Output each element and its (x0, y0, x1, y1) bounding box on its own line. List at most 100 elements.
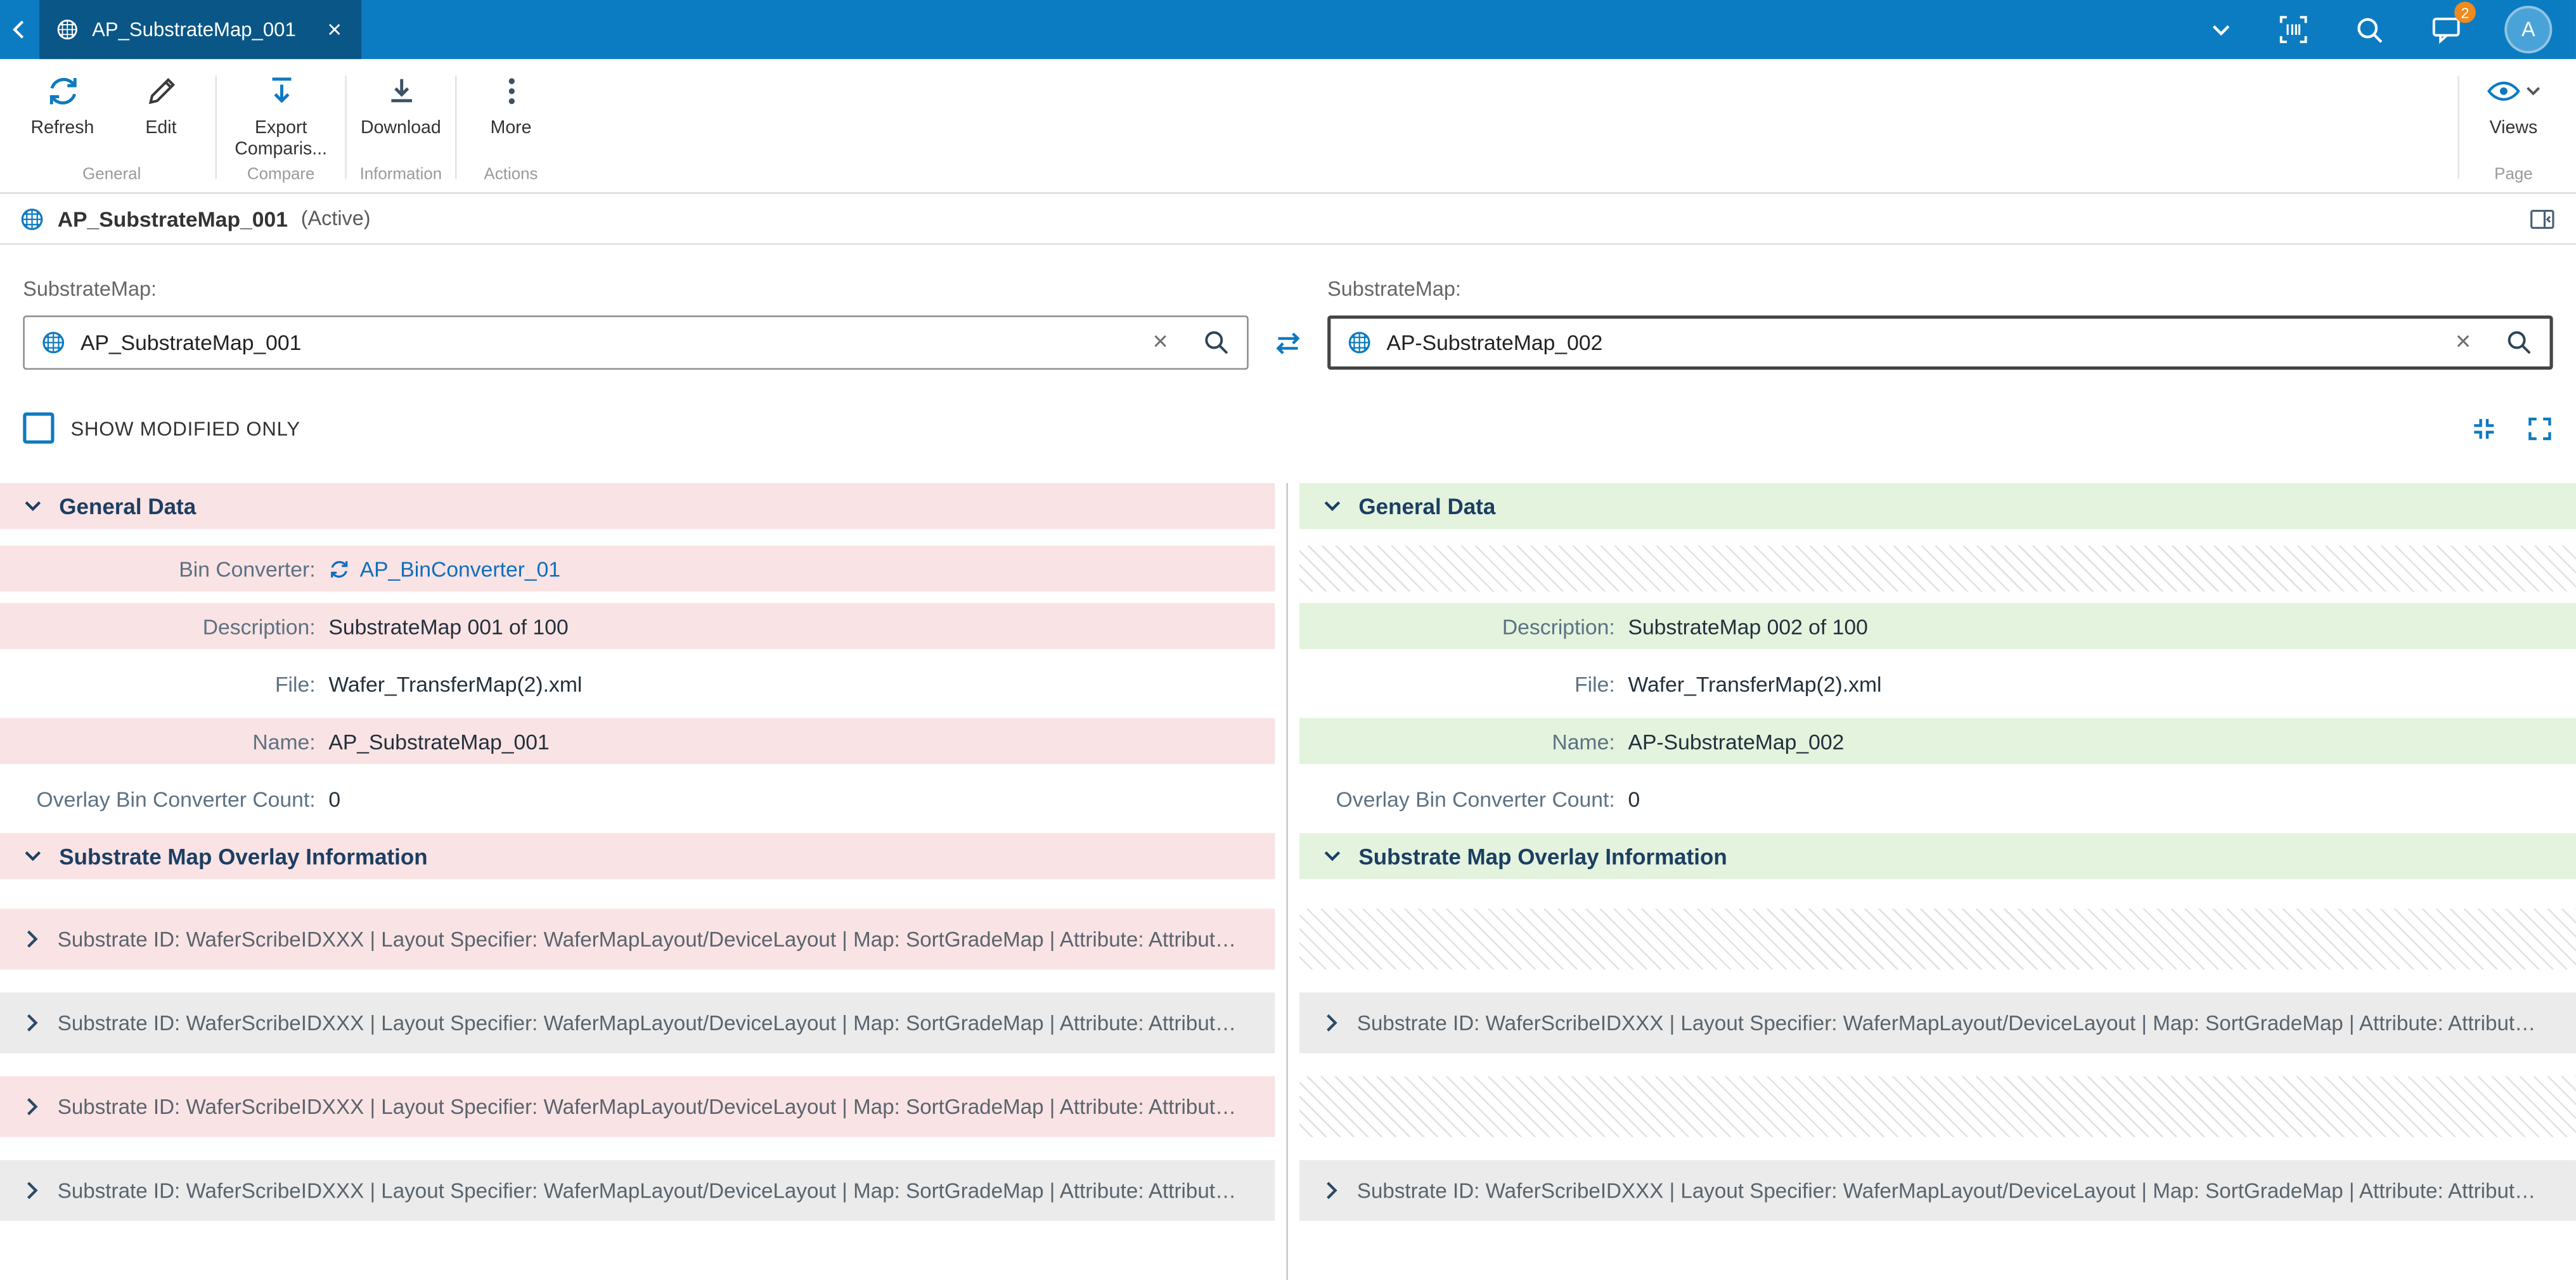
search-icon[interactable] (2505, 328, 2533, 356)
toolbar-separator (345, 75, 347, 179)
input-value: AP-SubstrateMap_002 (1386, 330, 2421, 355)
refresh-icon (45, 74, 79, 108)
toolbar-group-label: Page (2464, 166, 2563, 192)
clear-icon[interactable]: × (1133, 330, 1187, 356)
messages-icon[interactable]: 2 (2430, 13, 2463, 46)
section-substrate-map-overlay[interactable]: Substrate Map Overlay Information (0, 833, 1275, 879)
topbar-actions: 2 A (2210, 8, 2576, 51)
chevron-right-icon (23, 1096, 41, 1118)
overlay-row[interactable]: Substrate ID: WaferScribeIDXXX | Layout … (0, 992, 1275, 1053)
toolbar-separator (455, 75, 457, 179)
more-button[interactable]: More (461, 74, 560, 139)
overlay-row-text: Substrate ID: WaferScribeIDXXX | Layout … (58, 1011, 1262, 1035)
barcode-scan-icon[interactable] (2277, 13, 2310, 46)
overlay-row[interactable]: Substrate ID: WaferScribeIDXXX | Layout … (1299, 1160, 2576, 1221)
field-row-name: Name: AP_SubstrateMap_001 (0, 718, 1275, 765)
edit-icon (144, 74, 178, 108)
toolbar-group-actions: More Actions (461, 59, 560, 192)
field-row-file: File: Wafer_TransferMap(2).xml (0, 661, 1275, 707)
chevron-right-icon (23, 1180, 41, 1201)
overlay-row[interactable]: Substrate ID: WaferScribeIDXXX | Layout … (0, 1160, 1275, 1221)
page-title: AP_SubstrateMap_001 (58, 206, 288, 231)
field-value: AP_SubstrateMap_001 (328, 728, 549, 753)
field-value: Wafer_TransferMap(2).xml (328, 671, 582, 696)
wafer-map-icon (1347, 330, 1372, 355)
section-substrate-map-overlay[interactable]: Substrate Map Overlay Information (1299, 833, 2576, 879)
search-icon[interactable] (1202, 328, 1230, 356)
field-row-overlay-count: Overlay Bin Converter Count: 0 (1299, 775, 2576, 822)
tab-title: AP_SubstrateMap_001 (92, 18, 311, 41)
tab-substratemap[interactable]: AP_SubstrateMap_001 × (39, 0, 361, 59)
views-button[interactable]: Views (2464, 74, 2563, 139)
overlay-row[interactable]: Substrate ID: WaferScribeIDXXX | Layout … (0, 908, 1275, 969)
substratemap-input-left[interactable]: AP_SubstrateMap_001 × (23, 316, 1248, 370)
edit-button[interactable]: Edit (112, 74, 210, 139)
field-value: SubstrateMap 001 of 100 (328, 614, 568, 638)
overlay-row-text: Substrate ID: WaferScribeIDXXX | Layout … (1357, 1011, 2563, 1035)
substratemap-input-right[interactable]: AP-SubstrateMap_002 × (1327, 316, 2553, 370)
search-icon[interactable] (2354, 14, 2385, 45)
overlay-row-text: Substrate ID: WaferScribeIDXXX | Layout … (58, 1178, 1262, 1203)
missing-field-row (1299, 545, 2576, 592)
missing-overlay-row (1299, 1076, 2576, 1137)
topbar: AP_SubstrateMap_001 × 2 A (0, 0, 2576, 59)
toolbar-group-label: Compare (222, 166, 340, 192)
options-row: SHOW MODIFIED ONLY (0, 413, 2576, 444)
field-row-description: Description: SubstrateMap 001 of 100 (0, 603, 1275, 649)
bin-converter-link[interactable]: AP_BinConverter_01 (328, 556, 560, 581)
field-label: File: (1299, 671, 1628, 696)
section-general-data[interactable]: General Data (0, 483, 1275, 529)
input-value: AP_SubstrateMap_001 (80, 330, 1118, 355)
field-label: Overlay Bin Converter Count: (1299, 786, 1628, 811)
download-icon (383, 74, 418, 108)
toolbar-group-general: Refresh Edit General (13, 59, 210, 192)
clear-icon[interactable]: × (2436, 330, 2490, 356)
wafer-map-icon (56, 18, 79, 41)
field-label: Name: (1299, 728, 1628, 753)
swap-compare-button[interactable] (1249, 316, 1327, 370)
toolbar-spacer (560, 59, 2453, 192)
collapse-all-icon[interactable] (2471, 415, 2497, 441)
user-avatar[interactable]: A (2507, 8, 2549, 51)
comparison-panel-right: General Data Description: SubstrateMap 0… (1288, 483, 2576, 1280)
toolbar: Refresh Edit General Export Comparis... … (0, 59, 2576, 194)
tab-list-dropdown-icon[interactable] (2210, 18, 2232, 41)
wafer-map-icon (20, 206, 44, 231)
comparison-panel-left: General Data Bin Converter: AP_BinConver… (0, 483, 1288, 1280)
chevron-down-icon (1322, 846, 1342, 866)
section-title: Substrate Map Overlay Information (1358, 844, 1727, 869)
bin-converter-icon (328, 558, 350, 579)
refresh-button[interactable]: Refresh (13, 74, 112, 139)
expand-all-icon[interactable] (2527, 415, 2553, 441)
field-row-bin-converter: Bin Converter: AP_BinConverter_01 (0, 545, 1275, 592)
overlay-row[interactable]: Substrate ID: WaferScribeIDXXX | Layout … (1299, 992, 2576, 1053)
field-label: Description: (0, 614, 328, 638)
chevron-right-icon (23, 928, 41, 950)
show-modified-checkbox[interactable] (23, 413, 54, 444)
field-row-name: Name: AP-SubstrateMap_002 (1299, 718, 2576, 765)
download-button[interactable]: Download (352, 74, 451, 139)
toolbar-group-compare: Export Comparis... Compare (222, 59, 340, 192)
tab-close-icon[interactable]: × (324, 17, 345, 42)
field-value: Wafer_TransferMap(2).xml (1628, 671, 1881, 696)
field-value: 0 (1628, 786, 1640, 811)
chevron-down-icon (1322, 496, 1342, 516)
export-comparison-button[interactable]: Export Comparis... (222, 74, 340, 160)
show-modified-label[interactable]: SHOW MODIFIED ONLY (70, 417, 300, 439)
app-window: AP_SubstrateMap_001 × 2 A (0, 0, 2576, 1280)
overlay-row-text: Substrate ID: WaferScribeIDXXX | Layout … (58, 1094, 1262, 1119)
eye-icon (2485, 74, 2521, 108)
selector-label: SubstrateMap: (1327, 278, 2553, 301)
toolbar-group-page: Views Page (2464, 59, 2563, 192)
side-panel-icon[interactable] (2528, 205, 2556, 233)
field-row-file: File: Wafer_TransferMap(2).xml (1299, 661, 2576, 707)
toolbar-separator (216, 75, 217, 179)
back-button[interactable] (0, 16, 39, 42)
chevron-down-icon (2525, 74, 2542, 108)
field-row-overlay-count: Overlay Bin Converter Count: 0 (0, 775, 1275, 822)
section-title: General Data (1358, 494, 1495, 519)
toolbar-group-label: Information (352, 166, 451, 192)
field-value: 0 (328, 786, 340, 811)
section-general-data[interactable]: General Data (1299, 483, 2576, 529)
overlay-row[interactable]: Substrate ID: WaferScribeIDXXX | Layout … (0, 1076, 1275, 1137)
